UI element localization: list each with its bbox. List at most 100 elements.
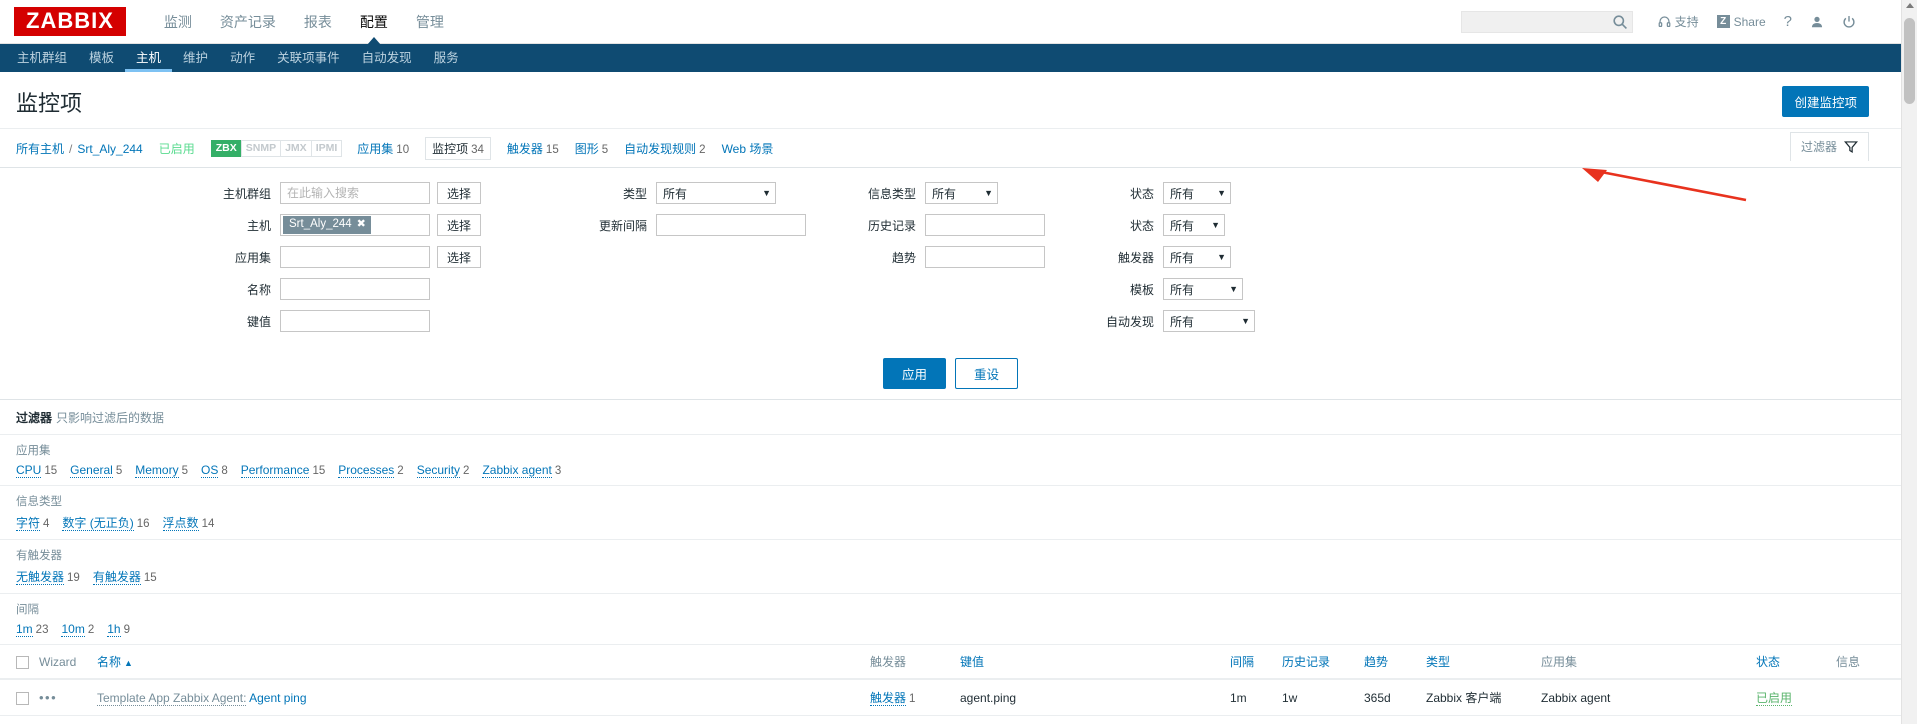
select-all-checkbox[interactable] xyxy=(16,655,29,669)
value-type-select[interactable]: 所有 ▼ xyxy=(925,182,998,204)
breadcrumb-all-hosts-link[interactable]: 所有主机 xyxy=(16,142,64,156)
row-item-link[interactable]: Agent ping xyxy=(249,691,306,705)
scroll-up-icon[interactable] xyxy=(1906,3,1914,8)
row-status-link[interactable]: 已启用 xyxy=(1756,691,1793,706)
wizard-menu-icon[interactable]: ••• xyxy=(39,690,57,705)
subnav-item-host-groups[interactable]: 主机群组 xyxy=(6,44,78,72)
host-group-select-button[interactable]: 选择 xyxy=(437,182,482,204)
row-trigger-link[interactable]: 触发器 xyxy=(870,691,907,706)
subfilter-link-1h[interactable]: 1h xyxy=(107,622,121,637)
key-input[interactable] xyxy=(280,310,430,332)
templated-select[interactable]: 所有 ▼ xyxy=(1163,278,1243,300)
scrollbar-thumb[interactable] xyxy=(1904,18,1915,104)
discovery-select[interactable]: 所有 ▼ xyxy=(1163,310,1255,332)
header-status-link[interactable]: 状态 xyxy=(1756,655,1780,669)
filter-column-4: 状态 所有 ▼ 状态 所有 ▼ 触发器 所有 ▼ 模板 所有 ▼ 自动发现 所有… xyxy=(1103,182,1333,342)
application-select-button[interactable]: 选择 xyxy=(437,246,482,268)
filter-icon xyxy=(1844,140,1858,153)
subfilter-link-processes[interactable]: Processes xyxy=(338,463,395,478)
type-select[interactable]: 所有 ▼ xyxy=(656,182,776,204)
nav-item-configuration[interactable]: 配置 xyxy=(346,0,402,45)
subfilter-link-numeric-float[interactable]: 浮点数 xyxy=(162,516,199,531)
subfilter-link-os[interactable]: OS xyxy=(201,463,219,478)
row-checkbox[interactable] xyxy=(16,691,29,705)
chevron-down-icon: ▼ xyxy=(984,188,993,198)
subnav-item-services[interactable]: 服务 xyxy=(423,44,470,72)
application-input[interactable] xyxy=(280,246,430,268)
vertical-scrollbar[interactable] xyxy=(1901,0,1917,724)
tab-graphs-link[interactable]: 图形 xyxy=(575,142,599,156)
header-history-link[interactable]: 历史记录 xyxy=(1282,655,1330,669)
subfilter-item: 浮点数 14 xyxy=(162,514,215,531)
history-input[interactable] xyxy=(925,214,1045,236)
tab-applications-link[interactable]: 应用集 xyxy=(357,142,393,156)
filter-grid: 主机群组 选择 主机 Srt_Aly_244 ✖ 选择 应用集 xyxy=(0,182,1901,342)
row-template-link[interactable]: Template App Zabbix Agent: xyxy=(97,690,247,706)
subfilter-link-performance[interactable]: Performance xyxy=(240,463,310,478)
nav-item-inventory[interactable]: 资产记录 xyxy=(206,0,290,44)
nav-item-reports[interactable]: 报表 xyxy=(290,0,346,44)
host-select-button[interactable]: 选择 xyxy=(437,214,482,236)
status-select[interactable]: 所有 ▼ xyxy=(1163,182,1231,204)
search-input[interactable] xyxy=(1460,10,1633,33)
subfilter-link-numeric-unsigned[interactable]: 数字 (无正负) xyxy=(62,516,134,531)
status-select-value: 所有 xyxy=(1170,186,1195,201)
host-group-input[interactable] xyxy=(280,182,430,204)
triggers-select[interactable]: 所有 ▼ xyxy=(1163,246,1231,268)
share-link[interactable]: Z Share xyxy=(1708,15,1775,29)
host-multiselect[interactable]: Srt_Aly_244 ✖ xyxy=(280,214,430,236)
subfilter-link-cpu[interactable]: CPU xyxy=(16,463,42,478)
breadcrumb-host-link[interactable]: Srt_Aly_244 xyxy=(77,142,142,156)
subfilter-link-with-triggers[interactable]: 有触发器 xyxy=(92,570,141,585)
subnav-item-templates[interactable]: 模板 xyxy=(78,44,125,72)
row-info-cell xyxy=(1831,679,1901,716)
subnav-item-correlation[interactable]: 关联项事件 xyxy=(266,44,351,72)
subfilter-count: 14 xyxy=(201,518,215,530)
header-type-link[interactable]: 类型 xyxy=(1426,655,1450,669)
header-key-link[interactable]: 键值 xyxy=(960,655,984,669)
host-chip-remove-icon[interactable]: ✖ xyxy=(357,218,366,231)
support-link[interactable]: 支持 xyxy=(1649,13,1708,30)
tab-web-link[interactable]: Web 场景 xyxy=(722,142,774,156)
subfilter-link-general[interactable]: General xyxy=(70,463,113,478)
create-item-button[interactable]: 创建监控项 xyxy=(1782,86,1869,117)
trends-input[interactable] xyxy=(925,246,1045,268)
nav-item-monitoring[interactable]: 监测 xyxy=(150,0,206,44)
reset-button[interactable]: 重设 xyxy=(955,358,1019,389)
apply-button[interactable]: 应用 xyxy=(882,358,946,389)
subfilter-link-zabbix-agent[interactable]: Zabbix agent xyxy=(482,463,552,478)
state-select-value: 所有 xyxy=(1170,218,1195,233)
subnav-item-actions[interactable]: 动作 xyxy=(219,44,266,72)
user-profile-link[interactable] xyxy=(1801,15,1833,29)
subfilter-link-10m[interactable]: 10m xyxy=(61,622,85,637)
subnav-item-hosts[interactable]: 主机 xyxy=(125,44,172,72)
tab-discovery-link[interactable]: 自动发现规则 xyxy=(624,142,696,156)
state-select[interactable]: 所有 ▼ xyxy=(1163,214,1225,236)
update-interval-input[interactable] xyxy=(656,214,806,236)
subnav-item-maintenance[interactable]: 维护 xyxy=(172,44,219,72)
table-row[interactable]: ••• Template App Zabbix Agent: Agent pin… xyxy=(0,679,1901,716)
nav-item-administration[interactable]: 管理 xyxy=(402,0,458,44)
row-trends-cell: 365d xyxy=(1359,679,1421,716)
breadcrumb-host: Srt_Aly_244 xyxy=(77,142,142,156)
subfilter-link-without-triggers[interactable]: 无触发器 xyxy=(16,570,65,585)
subnav-item-discovery[interactable]: 自动发现 xyxy=(351,44,423,72)
header-name-link[interactable]: 名称 xyxy=(97,655,121,669)
subfilter-count: 23 xyxy=(35,624,49,636)
subfilter-link-security[interactable]: Security xyxy=(416,463,461,478)
subfilter-link-memory[interactable]: Memory xyxy=(135,463,179,478)
host-status[interactable]: 已启用 xyxy=(159,140,195,157)
tab-triggers-link[interactable]: 触发器 xyxy=(507,142,543,156)
filter-label-type: 类型 xyxy=(622,186,647,201)
sign-out-link[interactable] xyxy=(1833,15,1865,29)
table-row[interactable]: ••• Template OS Linux: Available memory … xyxy=(0,715,1901,724)
header-trends-link[interactable]: 趋势 xyxy=(1364,655,1388,669)
name-input[interactable] xyxy=(280,278,430,300)
subfilter-link-1m[interactable]: 1m xyxy=(16,622,33,637)
subfilter-link-character[interactable]: 字符 xyxy=(16,516,41,531)
filter-tab[interactable]: 过滤器 xyxy=(1789,132,1869,161)
search-icon[interactable] xyxy=(1612,14,1628,30)
zabbix-logo[interactable]: ZABBIX xyxy=(14,7,126,36)
help-link[interactable]: ? xyxy=(1775,13,1801,30)
header-interval-link[interactable]: 间隔 xyxy=(1230,655,1254,669)
